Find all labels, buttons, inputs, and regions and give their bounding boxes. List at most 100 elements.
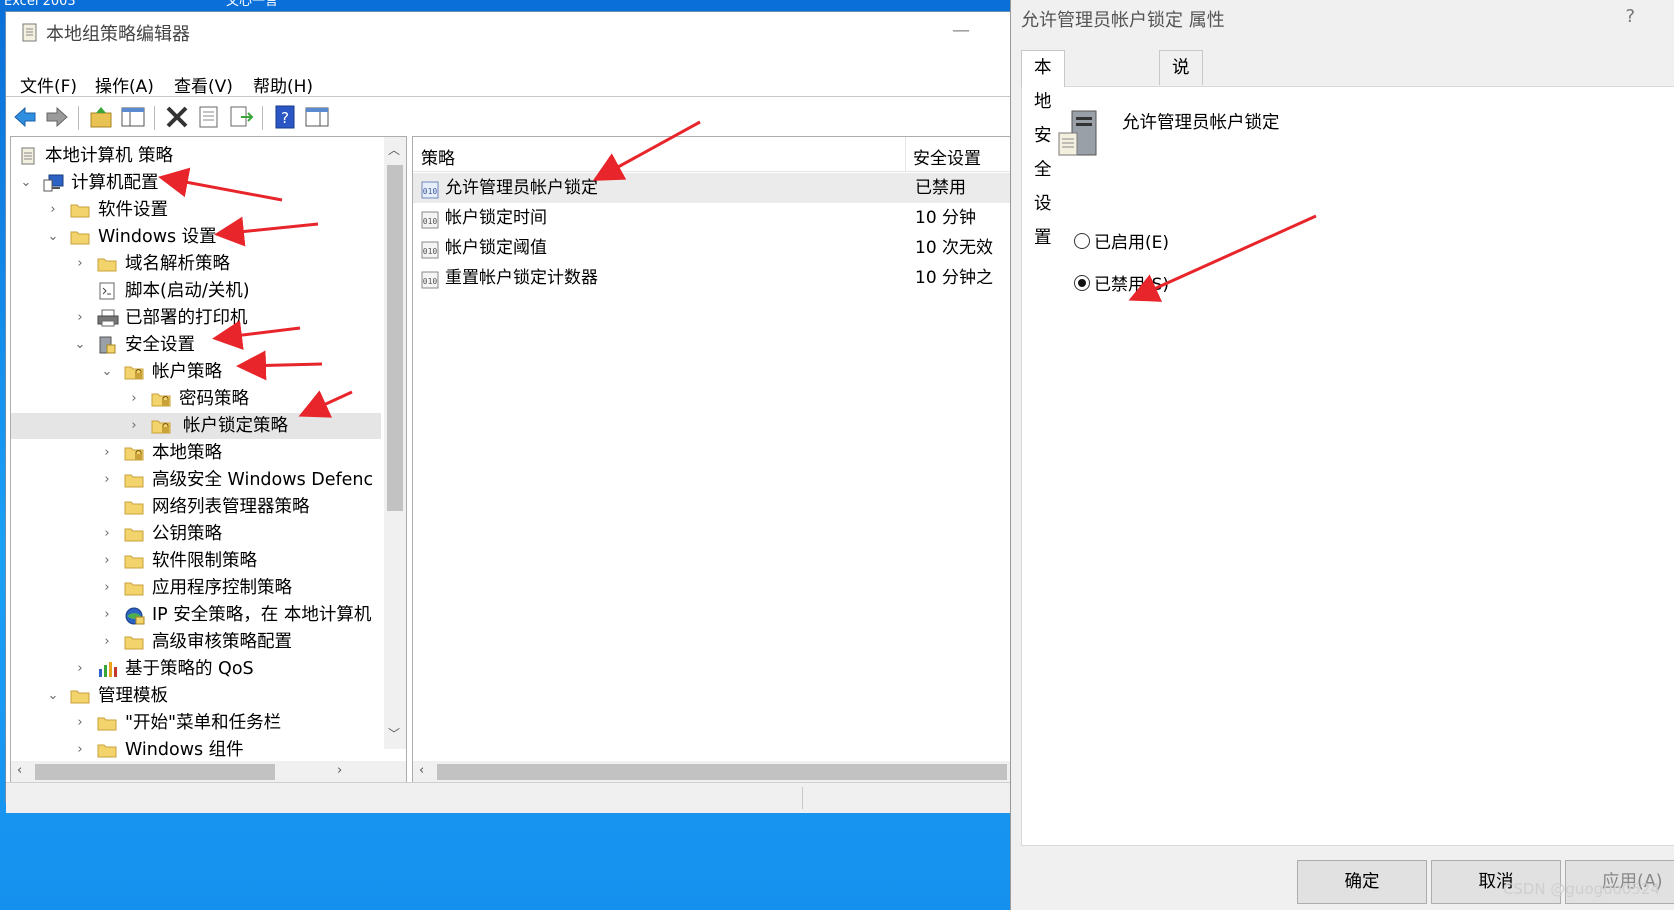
chevron-right-icon[interactable]: › [73,737,87,763]
tree-item-label: 本地计算机 策略 [45,146,174,166]
policy-setting: 10 次无效 [915,238,994,258]
policy-setting: 已禁用 [915,178,966,198]
chevron-down-icon[interactable]: ⌄ [46,224,60,250]
tree-item[interactable]: › 域名解析策略 [11,251,381,277]
tree-item[interactable]: › 本地策略 [11,440,381,466]
tree-item[interactable]: 脚本(启动/关机) [11,278,381,304]
properties-icon[interactable] [196,104,222,130]
tree-item[interactable]: › 应用程序控制策略 [11,575,381,601]
delete-icon[interactable] [164,104,190,130]
export-list-icon[interactable] [228,104,254,130]
list-row[interactable]: 010 帐户锁定时间 10 分钟 [413,203,1011,233]
chevron-down-icon[interactable]: ⌄ [46,683,60,709]
chevron-down-icon[interactable]: ⌄ [19,170,33,196]
desktop-item-wenxin[interactable]: 文心一言 [226,0,278,8]
tree-item-label: 安全设置 [125,335,195,355]
chevron-right-icon[interactable]: › [100,467,114,493]
up-folder-icon[interactable] [88,104,114,130]
menu-help[interactable]: 帮助(H) [253,72,313,97]
ok-button[interactable]: 确定 [1297,860,1427,904]
tree-horizontal-scrollbar[interactable]: ‹ › [11,761,406,783]
tree-item[interactable]: › 基于策略的 QoS [11,656,381,682]
dialog-help-button[interactable]: ? [1625,6,1635,27]
chevron-right-icon[interactable]: › [127,386,141,412]
tree-item[interactable]: 网络列表管理器策略 [11,494,381,520]
tree-item[interactable]: › "开始"菜单和任务栏 [11,710,381,736]
tree-vertical-scrollbar[interactable]: ︿ ﹀ [384,137,406,749]
desktop-item-excel[interactable]: Excel 2003 [4,0,76,8]
tree-hscroll-thumb[interactable] [35,764,275,780]
chevron-right-icon[interactable]: › [73,251,87,277]
radio-disabled[interactable] [1074,275,1090,291]
chevron-right-icon[interactable]: › [127,413,141,439]
tree-item[interactable]: › Windows 组件 [11,737,381,763]
tree-item-label: 帐户锁定策略 [179,413,292,439]
tree-item[interactable]: › 帐户锁定策略 [11,413,381,439]
forward-arrow-icon[interactable] [44,104,70,130]
chevron-right-icon[interactable]: › [100,602,114,628]
tab-local-security-setting[interactable]: 本地安全设置 [1021,50,1065,248]
list-row[interactable]: 010 重置帐户锁定计数器 10 分钟之 [413,263,1011,293]
chevron-right-icon[interactable]: › [100,575,114,601]
list-horizontal-scrollbar[interactable]: ‹ [413,761,1011,783]
scroll-left-icon[interactable]: ‹ [419,763,424,778]
column-header-setting[interactable]: 安全设置 [913,144,981,169]
help-icon[interactable]: ? [272,104,298,130]
chevron-right-icon[interactable]: › [46,197,60,223]
scroll-right-icon[interactable]: › [337,763,342,778]
minimize-button[interactable]: — [952,20,970,41]
scroll-up-icon[interactable]: ︿ [388,141,400,158]
svg-text:010: 010 [423,217,438,226]
radio-disabled-label[interactable]: 已禁用(S) [1094,270,1169,295]
watermark: CSDN @guoguo0524 [1502,880,1660,898]
tree-item[interactable]: ⌄ 安全设置 [11,332,381,358]
chevron-right-icon[interactable]: › [100,440,114,466]
list-hscroll-thumb[interactable] [437,764,1007,780]
tree-item[interactable]: 本地计算机 策略 [11,143,381,169]
menu-action[interactable]: 操作(A) [95,72,154,97]
tree-item-label: 脚本(启动/关机) [125,281,250,301]
scroll-left-icon[interactable]: ‹ [17,763,22,778]
tree-item[interactable]: › 软件限制策略 [11,548,381,574]
tree-item[interactable]: ⌄ 管理模板 [11,683,381,709]
chevron-right-icon[interactable]: › [100,521,114,547]
scroll-down-icon[interactable]: ﹀ [388,725,400,742]
details-list-pane[interactable]: 策略 安全设置 010 允许管理员帐户锁定 已禁用 010 帐户锁定时间 10 … [412,136,1012,784]
chevron-right-icon[interactable]: › [73,710,87,736]
chevron-right-icon[interactable]: › [100,548,114,574]
tree-item-label: "开始"菜单和任务栏 [125,713,282,733]
menu-file[interactable]: 文件(F) [20,72,77,97]
tree-item[interactable]: ⌄ 计算机配置 [11,170,381,196]
radio-enabled[interactable] [1074,233,1090,249]
tree-item[interactable]: › 高级安全 Windows Defenc [11,467,381,493]
tree-item[interactable]: › 已部署的打印机 [11,305,381,331]
chevron-down-icon[interactable]: ⌄ [73,332,87,358]
tree-item-label: 基于策略的 QoS [125,659,254,679]
radio-enabled-label[interactable]: 已启用(E) [1094,228,1169,253]
list-row[interactable]: 010 帐户锁定阈值 10 次无效 [413,233,1011,263]
chevron-right-icon[interactable]: › [100,629,114,655]
chevron-right-icon[interactable]: › [73,656,87,682]
chevron-down-icon[interactable]: ⌄ [100,359,114,385]
tree-item-label: 公钥策略 [152,524,222,544]
policy-name: 帐户锁定阈值 [445,238,547,258]
tree-item[interactable]: ⌄ 帐户策略 [11,359,381,385]
column-divider[interactable] [905,137,906,171]
action-pane-icon[interactable] [304,104,330,130]
tree-item[interactable]: › 高级审核策略配置 [11,629,381,655]
tab-explain[interactable]: 说明 [1159,50,1203,112]
tree-item[interactable]: › 密码策略 [11,386,381,412]
show-hide-tree-icon[interactable] [120,104,146,130]
column-header-policy[interactable]: 策略 [421,144,455,169]
menu-view[interactable]: 查看(V) [174,72,233,97]
chevron-right-icon[interactable]: › [73,305,87,331]
tree-item[interactable]: › 公钥策略 [11,521,381,547]
console-tree-pane[interactable]: ︿ ﹀ ‹ › 本地计算机 策略 ⌄ 计算机配置 › 软件设置 ⌄ Windows 设置 › 域… [10,136,407,784]
tree-item-label: 软件限制策略 [152,551,257,571]
tree-item[interactable]: › 软件设置 [11,197,381,223]
list-row[interactable]: 010 允许管理员帐户锁定 已禁用 [413,173,1011,203]
tree-scroll-thumb[interactable] [387,165,403,511]
back-arrow-icon[interactable] [12,104,38,130]
tree-item[interactable]: › IP 安全策略，在 本地计算机 [11,602,381,628]
tree-item[interactable]: ⌄ Windows 设置 [11,224,381,250]
